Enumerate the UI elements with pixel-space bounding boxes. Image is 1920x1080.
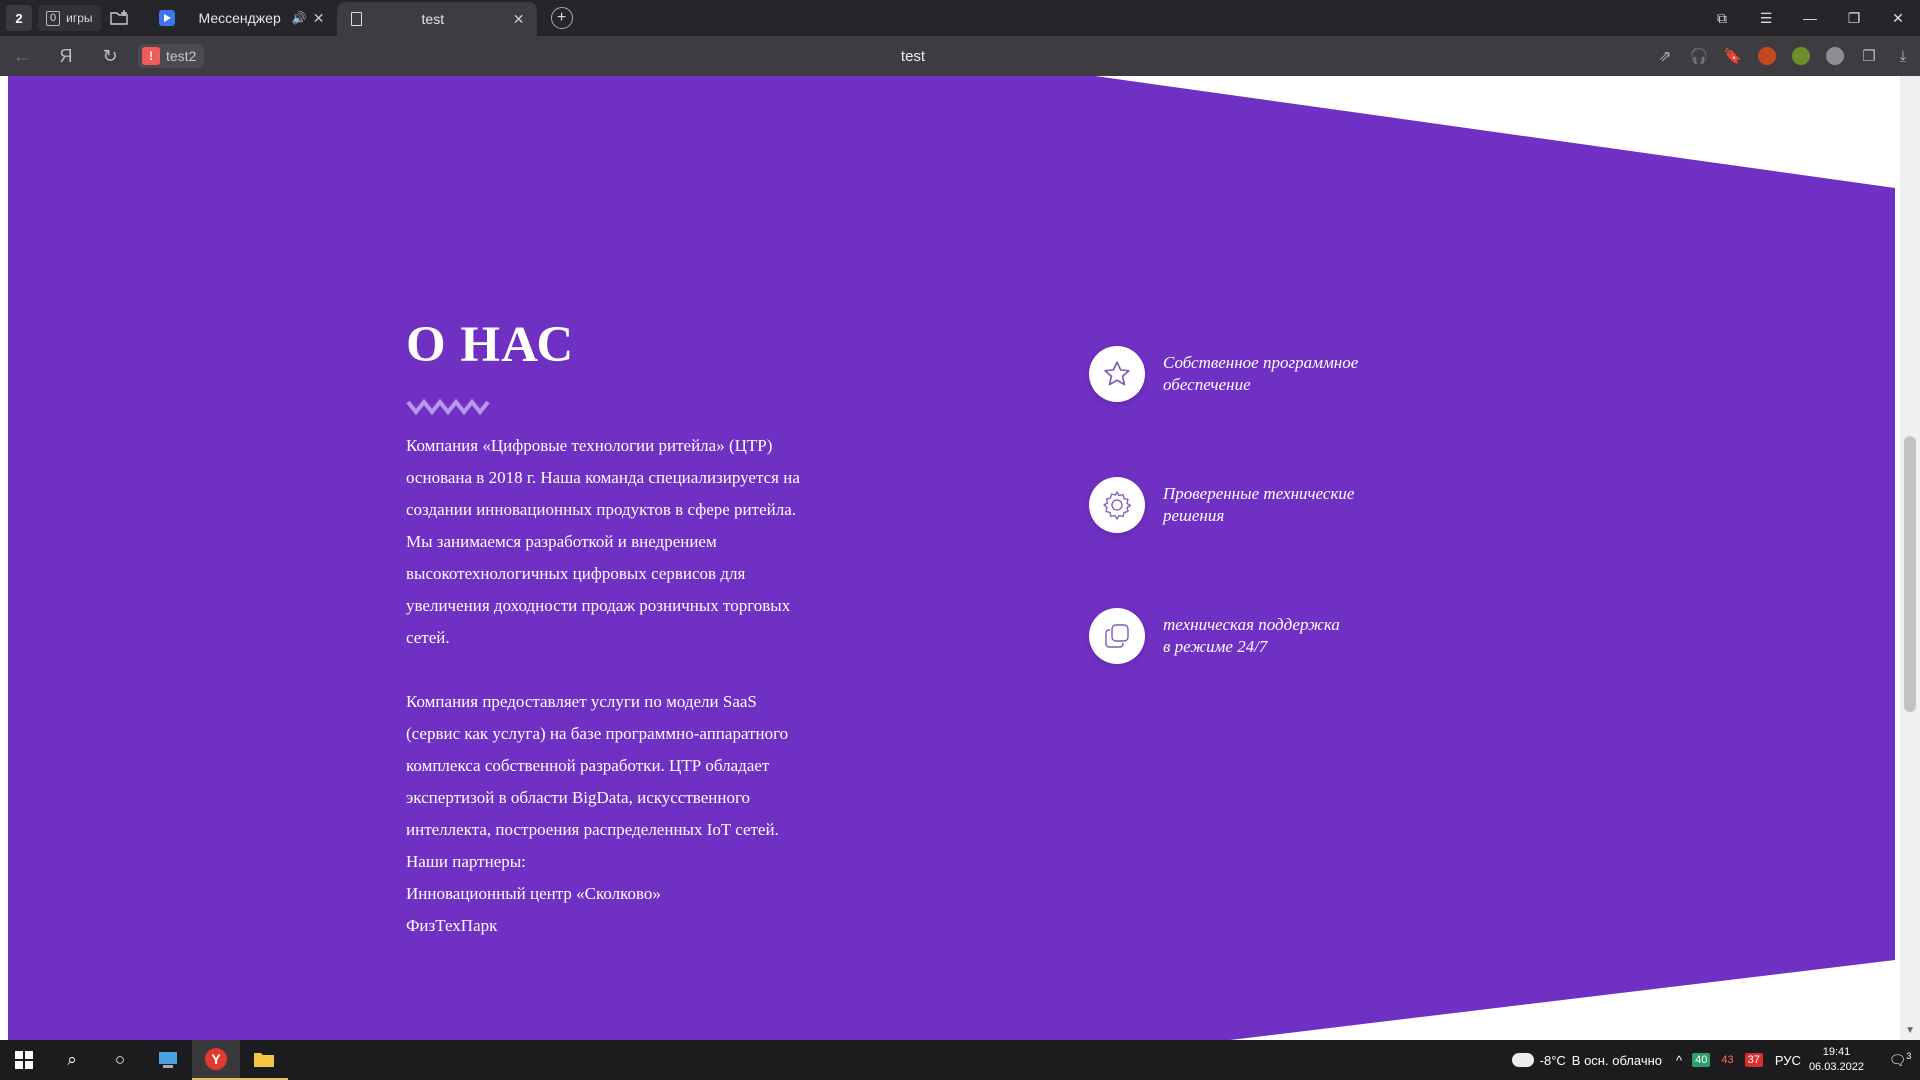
feature-line: обеспечение: [1163, 375, 1251, 394]
tab-title: Мессенджер: [198, 10, 281, 26]
tab-test[interactable]: test ✕: [336, 2, 537, 36]
copy-icon: [1089, 608, 1145, 664]
new-tab-button[interactable]: +: [550, 7, 573, 29]
language-indicator[interactable]: РУС: [1775, 1053, 1801, 1068]
gear-icon: [1089, 477, 1145, 533]
collections-icon[interactable]: ❐: [1852, 47, 1886, 65]
system-tray: -8°C В осн. облачно ^ 40 43 37 РУС 19:41…: [1507, 1040, 1920, 1080]
scrollbar-thumb[interactable]: [1904, 436, 1916, 712]
feature-text: Проверенные технические решения: [1163, 483, 1393, 527]
games-count: 0: [46, 10, 61, 26]
games-label: игры: [66, 11, 93, 25]
feature-item-solutions: Проверенные технические решения: [1089, 477, 1393, 533]
file-explorer-icon[interactable]: [240, 1040, 288, 1080]
purple-background: [0, 76, 1895, 1040]
feature-item-software: Собственное программное обеспечение: [1089, 346, 1393, 402]
clock[interactable]: 19:41 06.03.2022: [1809, 1045, 1864, 1075]
weather-cloud-icon: [1507, 1048, 1534, 1067]
feature-line: техническая поддержка: [1163, 615, 1340, 634]
zigzag-divider-icon: [406, 398, 490, 416]
page-viewport: О НАС Компания «Цифровые технологии рите…: [0, 76, 1920, 1040]
tray-badge[interactable]: 43: [1718, 1053, 1736, 1067]
feature-line: в режиме 24/7: [1163, 637, 1268, 656]
scrollbar[interactable]: ▼: [1900, 76, 1920, 1040]
start-button[interactable]: [0, 1040, 48, 1080]
partners-label: Наши партнеры:: [406, 852, 526, 871]
restore-button[interactable]: ❐: [1832, 10, 1876, 27]
extension-shield-icon[interactable]: [1826, 47, 1844, 65]
scroll-down-arrow-icon[interactable]: ▼: [1905, 1025, 1915, 1036]
back-button[interactable]: ←: [0, 46, 44, 67]
weather-widget[interactable]: -8°C В осн. облачно: [1507, 1048, 1663, 1068]
games-button[interactable]: 0 игры: [38, 5, 101, 31]
downloads-icon[interactable]: ⤓: [1886, 48, 1920, 65]
close-tab-icon[interactable]: ✕: [513, 11, 525, 28]
about-text: Компания «Цифровые технологии ритейла» (…: [406, 430, 806, 942]
star-icon: [1089, 346, 1145, 402]
headphones-icon[interactable]: 🎧: [1682, 47, 1716, 65]
feature-line: Проверенные технические: [1163, 484, 1355, 503]
notifications-icon[interactable]: 🗨3: [1880, 1051, 1920, 1069]
about-title: О НАС: [406, 317, 575, 373]
share-icon[interactable]: ⇗: [1648, 47, 1682, 65]
reload-button[interactable]: ↻: [88, 46, 132, 67]
close-tab-icon[interactable]: ✕: [313, 10, 325, 27]
page-title[interactable]: test: [0, 48, 1826, 65]
clock-time: 19:41: [1822, 1046, 1851, 1058]
cortana-icon[interactable]: ○: [96, 1040, 144, 1080]
close-window-button[interactable]: ✕: [1876, 10, 1920, 27]
feature-text: техническая поддержка в режиме 24/7: [1163, 614, 1393, 658]
toolbar-right: ⇗ 🎧 🔖 ❐ ⤓: [1648, 36, 1920, 76]
extension-red-icon[interactable]: [1758, 47, 1776, 65]
site-name: test2: [166, 48, 197, 64]
minimize-button[interactable]: —: [1788, 10, 1832, 26]
site-security-pill[interactable]: ! test2: [138, 44, 205, 68]
tray-badge[interactable]: 37: [1744, 1053, 1763, 1067]
warning-icon: !: [142, 47, 160, 65]
address-bar: ← Я ↻ ! test2 test ⇗ 🎧 🔖 ❐ ⤓: [0, 36, 1920, 76]
feature-text: Собственное программное обеспечение: [1163, 352, 1393, 396]
messenger-favicon-icon: [158, 10, 175, 26]
page-left-edge: [0, 76, 8, 1040]
partner-fiztechpark: ФизТехПарк: [406, 916, 498, 935]
feature-line: Собственное программное: [1163, 353, 1359, 372]
about-paragraph-2: Компания предоставляет услуги по модели …: [406, 692, 789, 839]
extension-green-icon[interactable]: [1792, 47, 1810, 65]
bookmark-icon[interactable]: 🔖: [1716, 47, 1750, 65]
tab-title: test: [421, 11, 445, 27]
new-tab-group-icon[interactable]: [107, 5, 133, 31]
tab-group-counter[interactable]: 2: [6, 5, 32, 31]
page-icon: [350, 12, 362, 26]
about-paragraph-1: Компания «Цифровые технологии ритейла» (…: [406, 436, 800, 647]
tab-messenger[interactable]: Мессенджер 🔊 ✕: [147, 0, 337, 36]
windows-taskbar: ⌕ ○ Y -8°C В осн. облачно ^ 40 43 37 РУС…: [0, 1040, 1920, 1080]
svg-text:Y: Y: [211, 1051, 221, 1067]
feature-item-support: техническая поддержка в режиме 24/7: [1089, 608, 1393, 664]
weather-desc: В осн. облачно: [1571, 1052, 1663, 1068]
clock-date: 06.03.2022: [1808, 1061, 1864, 1073]
browser-tab-bar: 2 0 игры Мессенджер 🔊 ✕ test ✕ + ⧉ ☰ — ❐…: [0, 0, 1920, 36]
window-controls: ⧉ ☰ — ❐ ✕: [1700, 0, 1920, 36]
sound-icon[interactable]: 🔊: [292, 11, 307, 25]
search-icon[interactable]: ⌕: [48, 1040, 96, 1080]
tabs-menu-icon[interactable]: ⧉: [1700, 10, 1744, 27]
weather-temp: -8°C: [1539, 1052, 1566, 1068]
yandex-browser-taskbar-icon[interactable]: Y: [192, 1040, 240, 1080]
notification-count: 3: [1906, 1051, 1912, 1061]
tray-badge[interactable]: 40: [1692, 1053, 1711, 1067]
app-pinned-icon[interactable]: [144, 1040, 192, 1080]
feature-line: решения: [1163, 506, 1225, 525]
menu-icon[interactable]: ☰: [1744, 10, 1788, 27]
partner-skolkovo: Инновационный центр «Сколково»: [406, 884, 661, 903]
yandex-icon[interactable]: Я: [44, 46, 88, 67]
tray-chevron-icon[interactable]: ^: [1676, 1053, 1682, 1068]
